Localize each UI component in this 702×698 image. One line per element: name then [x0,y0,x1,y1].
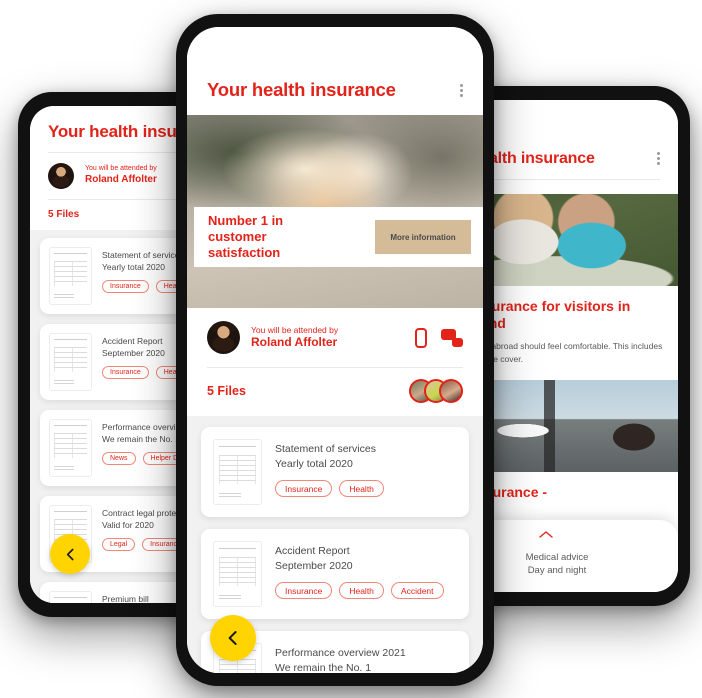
files-row: 5 Files [187,368,483,416]
document-thumbnail-icon [49,333,92,391]
screenshot-stage: Your health insurance You will be attend… [0,0,702,698]
list-item-title: Performance overview 2021 [275,647,406,659]
avatar [207,321,240,354]
card-body: Accident Report September 2020 Insurance… [275,541,457,600]
chevron-up-icon[interactable] [538,526,554,544]
status-badge[interactable]: Insurance [102,365,149,379]
status-badge[interactable]: Legal [102,537,136,551]
status-badge[interactable]: Insurance [102,279,149,293]
status-badge[interactable]: Health [339,582,384,600]
document-thumbnail-icon [49,591,92,603]
list-item[interactable]: Accident Report September 2020 Insurance… [201,529,469,619]
hero-banner: Number 1 in customer satisfaction More i… [187,115,483,308]
tag-group: Insurance Health Accident [275,582,457,600]
left-agent-intro: You will be attended by [85,165,157,173]
agent-contact-icons [415,327,463,348]
mobile-phone-icon[interactable] [415,327,427,348]
files-count: 5 Files [207,384,246,398]
avatar [48,163,74,189]
agent-name: Roland Affolter [251,335,338,350]
center-phone-mockup: Your health insurance Number 1 in custom… [176,14,494,686]
status-badge[interactable]: Health [339,480,384,498]
list-item-title: Accident Report [275,545,350,557]
agent-row[interactable]: You will be attended by Roland Affolter [187,308,483,367]
left-agent-text: You will be attended by Roland Affolter [85,165,157,186]
left-back-button[interactable] [50,534,90,574]
tag-group: Insurance Health [275,480,457,498]
document-thumbnail-icon [49,419,92,477]
list-item[interactable]: Statement of services Yearly total 2020 … [201,427,469,517]
status-badge[interactable]: Insurance [275,582,333,600]
status-badge[interactable]: Accident [390,582,444,600]
center-app-header: Your health insurance [187,27,483,115]
kebab-menu-icon[interactable] [458,80,465,101]
list-item-subtitle: Yearly total 2020 [275,458,353,471]
kebab-menu-icon[interactable] [655,148,662,169]
card-body: Statement of services Yearly total 2020 … [275,439,457,498]
left-agent-name: Roland Affolter [85,174,157,186]
hero-overlay-card: Number 1 in customer satisfaction More i… [194,207,483,267]
status-badge[interactable]: News [102,451,136,465]
status-badge[interactable]: Insurance [275,480,333,498]
avatar [439,379,463,403]
files-avatar-group[interactable] [409,379,463,403]
left-files-count: 5 Files [48,209,80,220]
list-item-subtitle: We remain the No. 1 [275,662,372,673]
document-thumbnail-icon [49,247,92,305]
center-phone-screen: Your health insurance Number 1 in custom… [187,27,483,673]
list-item-title: Statement of services [275,443,376,455]
document-thumbnail-icon [213,541,262,607]
agent-text: You will be attended by Roland Affolter [251,325,338,351]
back-button[interactable] [210,615,256,661]
agent-intro: You will be attended by [251,324,339,335]
document-thumbnail-icon [213,439,262,505]
hero-headline: Number 1 in customer satisfaction [208,213,284,260]
chat-bubbles-icon[interactable] [441,328,463,347]
card-body: Performance overview 2021 We remain the … [275,643,457,673]
chevron-left-icon [66,548,73,560]
list-item-subtitle: September 2020 [275,560,353,573]
chevron-left-icon [228,631,237,645]
page-title: Your health insurance [207,79,396,100]
more-information-button[interactable]: More information [375,220,471,254]
